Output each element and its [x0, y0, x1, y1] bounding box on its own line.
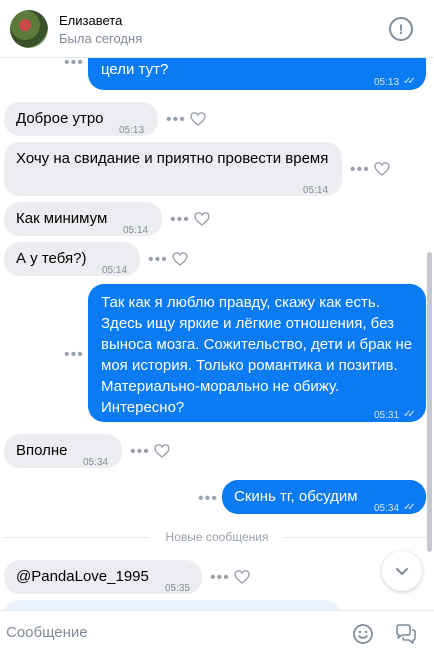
- more-dots-icon[interactable]: •••: [64, 347, 84, 363]
- message-time: 05:14: [303, 185, 329, 196]
- more-dots-icon[interactable]: •••: [130, 444, 150, 460]
- message-time: 05:14: [123, 225, 149, 236]
- message-incoming[interactable]: Доброе утро 05:13: [4, 102, 158, 136]
- message-time: 05:13: [374, 77, 400, 88]
- message-incoming[interactable]: Вполне 05:34: [4, 434, 122, 468]
- scroll-down-button[interactable]: [382, 551, 422, 591]
- message-incoming[interactable]: А у тебя?) 05:14: [4, 242, 140, 276]
- composer: [0, 610, 434, 653]
- message-outgoing[interactable]: Так как я люблю правду, скажу как есть. …: [88, 284, 426, 422]
- chat-header: Елизавета Была сегодня !: [0, 0, 434, 58]
- scrollbar[interactable]: [427, 252, 432, 552]
- message-text: @PandaLove_1995: [16, 568, 149, 585]
- more-dots-icon[interactable]: •••: [210, 570, 230, 586]
- message-line: выноса мозга. Сожительство, дети и брак …: [101, 336, 413, 353]
- message-line: Интересно?: [101, 399, 185, 416]
- message-line: Здесь ищу яркие и лёгкие отношения, без: [101, 315, 394, 332]
- message-incoming[interactable]: Хочу на свидание и приятно провести врем…: [4, 142, 342, 196]
- message-incoming-partial[interactable]: [4, 600, 340, 610]
- contact-status: Была сегодня: [59, 31, 143, 46]
- more-dots-icon[interactable]: •••: [166, 112, 186, 128]
- heart-icon[interactable]: [374, 161, 390, 177]
- heart-icon[interactable]: [154, 443, 170, 459]
- message-time: 05:13: [119, 125, 145, 136]
- chat-bubbles-icon[interactable]: [395, 623, 417, 645]
- message-time: 05:35: [165, 583, 191, 594]
- avatar[interactable]: [10, 10, 48, 48]
- info-glyph: !: [398, 21, 404, 37]
- message-text: Как минимум: [16, 210, 108, 227]
- more-dots-icon[interactable]: •••: [148, 252, 168, 268]
- message-outgoing[interactable]: Скинь тг, обсудим 05:34 ✓✓: [222, 480, 426, 514]
- message-list[interactable]: цели тут? 05:13 ✓✓ ••• Доброе утро 05:13…: [0, 58, 434, 610]
- chevron-down-icon: [396, 568, 408, 575]
- more-dots-icon[interactable]: •••: [350, 162, 370, 178]
- message-incoming[interactable]: @PandaLove_1995 05:35: [4, 560, 202, 594]
- message-text: Вполне: [16, 442, 68, 459]
- message-text: Скинь тг, обсудим: [234, 488, 358, 505]
- smile-icon[interactable]: [352, 623, 374, 645]
- message-text: цели тут?: [101, 61, 169, 78]
- message-time: 05:14: [102, 265, 128, 276]
- message-text: Доброе утро: [16, 110, 104, 127]
- message-incoming[interactable]: Как минимум 05:14: [4, 202, 162, 236]
- more-dots-icon[interactable]: •••: [198, 491, 218, 507]
- message-time: 05:34: [83, 457, 109, 468]
- double-check-icon: ✓✓: [403, 409, 416, 420]
- heart-icon[interactable]: [234, 569, 250, 585]
- more-dots-icon[interactable]: •••: [64, 58, 84, 71]
- message-time: 05:34: [374, 503, 400, 514]
- message-line: Материально-морально не обижу.: [101, 378, 340, 395]
- divider-line-right: [284, 537, 430, 538]
- double-check-icon: ✓✓: [403, 502, 416, 513]
- double-check-icon: ✓✓: [403, 76, 416, 87]
- message-text: Хочу на свидание и приятно провести врем…: [16, 150, 329, 167]
- message-line: Так как я люблю правду, скажу как есть.: [101, 294, 380, 311]
- message-time: 05:31: [374, 410, 400, 421]
- message-text: А у тебя?): [16, 250, 87, 267]
- message-line: моя история. Только романтика и позитив.: [101, 357, 398, 374]
- message-input[interactable]: [0, 611, 340, 653]
- heart-icon[interactable]: [194, 211, 210, 227]
- info-icon[interactable]: !: [389, 17, 413, 41]
- contact-name[interactable]: Елизавета: [59, 13, 122, 28]
- heart-icon[interactable]: [172, 251, 188, 267]
- more-dots-icon[interactable]: •••: [170, 212, 190, 228]
- message-outgoing[interactable]: цели тут? 05:13 ✓✓: [88, 58, 426, 90]
- heart-icon[interactable]: [190, 111, 206, 127]
